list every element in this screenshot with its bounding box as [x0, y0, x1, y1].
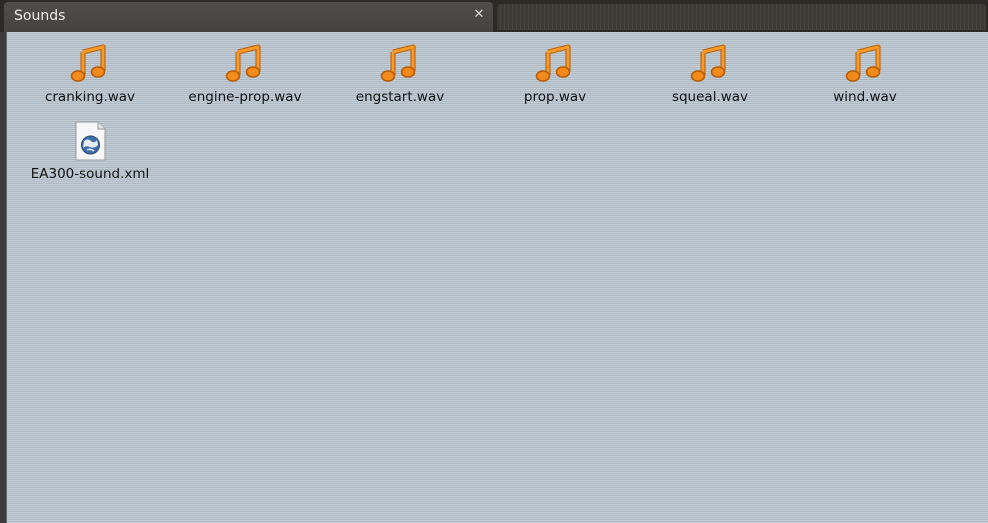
file-item-wind[interactable]: wind.wav [790, 32, 940, 105]
xml-file-icon [75, 121, 106, 161]
file-item-engine-prop[interactable]: engine-prop.wav [170, 32, 320, 105]
file-manager-window: Sounds ✕ cranking.wav engine-prop.wav en… [0, 0, 988, 523]
audio-file-icon [70, 44, 106, 82]
close-icon[interactable]: ✕ [471, 7, 487, 23]
tab-inactive[interactable] [497, 4, 986, 30]
tab-bar: Sounds ✕ [0, 0, 988, 32]
tab-sounds[interactable]: Sounds ✕ [4, 2, 493, 32]
audio-file-icon [225, 44, 261, 82]
file-name: EA300-sound.xml [30, 166, 150, 182]
audio-file-icon [690, 44, 726, 82]
file-item-prop[interactable]: prop.wav [480, 32, 630, 105]
file-name: cranking.wav [44, 89, 136, 105]
file-name: wind.wav [833, 89, 897, 105]
file-name: engstart.wav [355, 89, 445, 105]
file-item-engstart[interactable]: engstart.wav [325, 32, 475, 105]
tab-title: Sounds [14, 8, 66, 24]
file-name: prop.wav [523, 89, 587, 105]
file-item-cranking[interactable]: cranking.wav [15, 32, 165, 105]
file-item-ea300-sound[interactable]: EA300-sound.xml [15, 109, 165, 182]
file-view[interactable]: cranking.wav engine-prop.wav engstart.wa… [6, 32, 988, 523]
audio-file-icon [845, 44, 881, 82]
file-name: engine-prop.wav [188, 89, 302, 105]
file-item-squeal[interactable]: squeal.wav [635, 32, 785, 105]
audio-file-icon [380, 44, 416, 82]
audio-file-icon [535, 44, 571, 82]
file-name: squeal.wav [671, 89, 749, 105]
